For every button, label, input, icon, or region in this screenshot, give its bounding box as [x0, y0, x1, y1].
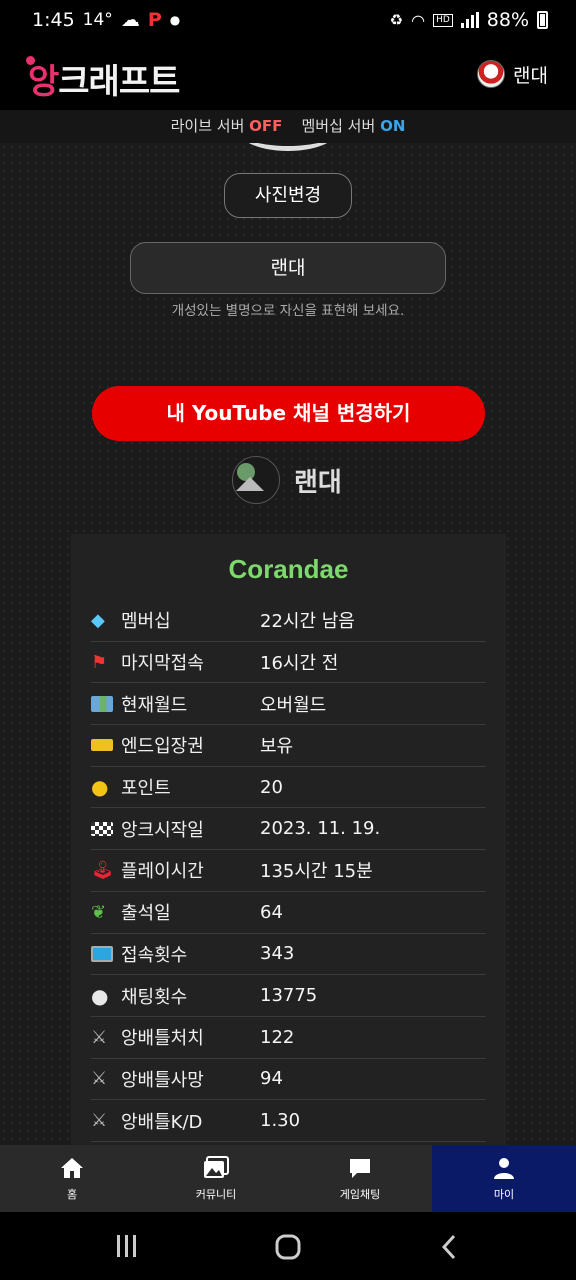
header-user[interactable]: 랜대: [477, 60, 548, 88]
checkered-flag-icon: [91, 821, 121, 836]
stat-row: ⚑ 마지막접속 16시간 전: [91, 642, 486, 684]
nav-game-chat[interactable]: 게임채팅: [288, 1145, 432, 1212]
server-status-bar: 라이브 서버 OFF 멤버십 서버 ON: [0, 110, 576, 143]
nav-community[interactable]: 커뮤니티: [144, 1145, 288, 1212]
live-server-state: OFF: [249, 117, 283, 135]
youtube-channel: 랜대: [232, 456, 342, 504]
stat-row: ◆ 멤버십 22시간 남음: [91, 600, 486, 642]
logo-heart-icon: [26, 56, 35, 65]
live-server-label: 라이브 서버: [170, 117, 245, 135]
joystick-icon: 🕹: [91, 859, 114, 881]
gem-icon: ◆: [91, 609, 105, 631]
stat-row: ● 포인트 20: [91, 767, 486, 809]
change-photo-button[interactable]: 사진변경: [224, 173, 352, 218]
coin-icon: ●: [91, 775, 109, 800]
bottom-navigation: 홈 커뮤니티 게임채팅 마이: [0, 1145, 576, 1212]
battery-icon: [537, 11, 548, 29]
user-icon: [494, 1157, 514, 1179]
dot-icon: ●: [169, 13, 181, 27]
battery-percent: 88%: [486, 9, 529, 31]
member-server-state: ON: [380, 117, 406, 135]
images-icon: [204, 1155, 229, 1178]
wifi-icon: ◠: [411, 10, 426, 30]
stat-row: 엔드입장권 보유: [91, 725, 486, 767]
recent-apps-icon[interactable]: [116, 1234, 138, 1262]
stats-list: ◆ 멤버십 22시간 남음 ⚑ 마지막접속 16시간 전 현재월드 오버월드 엔…: [91, 600, 486, 1142]
battery-saver-icon: ♻: [389, 11, 404, 29]
flag-icon: ⚑: [91, 651, 108, 673]
nav-my[interactable]: 마이: [432, 1145, 576, 1212]
signal-icon: [460, 12, 479, 28]
status-bar: 1:45 14° ☁ P ● ♻ ◠ HD 88%: [0, 0, 576, 40]
nickname-help-text: 개성있는 별명으로 자신을 표현해 보세요.: [171, 303, 405, 319]
stats-card: Corandae ◆ 멤버십 22시간 남음 ⚑ 마지막접속 16시간 전 현재…: [71, 534, 506, 1145]
stat-row: 현재월드 오버월드: [91, 683, 486, 726]
map-icon: [91, 695, 121, 712]
channel-name: 랜대: [294, 467, 342, 498]
member-server-label: 멤버십 서버: [301, 117, 376, 135]
avatar: [477, 60, 506, 88]
app-notification-icon: P: [147, 9, 162, 31]
system-navigation-bar: [0, 1212, 576, 1280]
profile-photo: [240, 143, 336, 151]
player-name: Corandae: [228, 554, 349, 584]
back-icon[interactable]: [440, 1234, 458, 1264]
crossed-swords-icon: ⚔: [91, 1068, 108, 1090]
app-header: 앙크래프트 랜대: [0, 40, 576, 110]
stat-row: 🕹 플레이시간 135시간 15분: [91, 850, 486, 892]
stat-row: 앙크시작일 2023. 11. 19.: [91, 808, 486, 851]
chat-icon: [350, 1158, 370, 1178]
stat-row: ❦ 출석일 64: [91, 892, 486, 934]
nav-home[interactable]: 홈: [0, 1145, 144, 1212]
speech-bubble-icon: ●: [91, 983, 109, 1008]
stat-row: ⚔ 앙배틀처치 122: [91, 1017, 486, 1059]
header-username: 랜대: [513, 64, 548, 87]
app-logo[interactable]: 앙크래프트: [26, 54, 180, 103]
status-time: 1:45: [32, 9, 75, 31]
status-temperature: 14°: [82, 10, 113, 30]
ticket-icon: [91, 739, 121, 752]
profile-page: 사진변경 랜대 개성있는 별명으로 자신을 표현해 보세요. 내 YouTube…: [0, 143, 576, 1145]
change-youtube-channel-button[interactable]: 내 YouTube 채널 변경하기: [92, 386, 485, 441]
stat-row: ⚔ 앙배틀K/D 1.30: [91, 1100, 486, 1142]
weather-icon: ☁: [120, 9, 140, 31]
monitor-icon: [91, 945, 121, 962]
crossed-swords-icon: ⚔: [91, 1026, 108, 1048]
stat-row: ⚔ 앙배틀사망 94: [91, 1059, 486, 1101]
channel-avatar: [232, 456, 280, 504]
seedling-icon: ❦: [91, 901, 107, 923]
hd-voice-icon: HD: [433, 13, 453, 27]
home-icon: [61, 1157, 83, 1178]
stat-row: ● 채팅횟수 13775: [91, 975, 486, 1017]
stat-row: 접속횟수 343: [91, 934, 486, 976]
nickname-field[interactable]: 랜대: [130, 242, 446, 294]
crossed-swords-icon: ⚔: [91, 1110, 108, 1132]
home-button-icon[interactable]: [275, 1234, 301, 1264]
